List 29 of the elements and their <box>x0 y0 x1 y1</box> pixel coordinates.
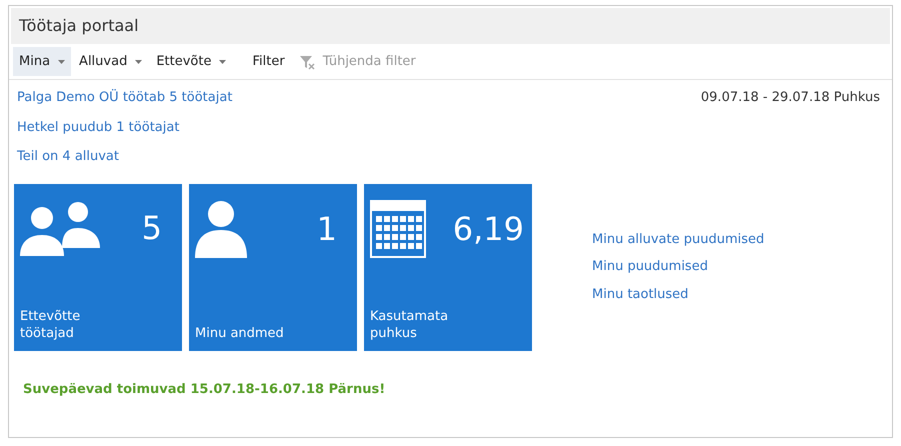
caret-icon <box>58 60 66 64</box>
summary-link[interactable]: Hetkel puudub 1 töötajat <box>17 118 232 137</box>
tile-label: Minu andmed <box>195 326 285 342</box>
menu-button[interactable]: Mina <box>13 46 72 76</box>
tile-value: 5 <box>142 212 162 244</box>
side-link[interactable]: Minu alluvate puudumised <box>592 230 764 250</box>
dashboard-tile[interactable]: 1 Minu andmed <box>189 184 357 350</box>
tile-label: Ettevõtte töötajad <box>20 308 82 342</box>
dashboard-tile[interactable]: 5 Ettevõtte töötajad <box>14 184 182 350</box>
clear-filter-icon <box>298 54 315 70</box>
window-title: Töötaja portaal <box>11 8 890 44</box>
side-link[interactable]: Minu puudumised <box>592 257 764 277</box>
dashboard-tile[interactable]: 6,19 Kasutamata puhkus <box>364 184 532 350</box>
tile-label: Kasutamata puhkus <box>370 308 450 342</box>
summary-link[interactable]: Teil on 4 alluvat <box>17 147 232 166</box>
menu-button[interactable]: Alluvad <box>73 46 148 76</box>
caret-icon <box>219 60 226 64</box>
caret-icon <box>135 60 142 64</box>
menu-button[interactable]: Ettevõte <box>150 46 232 76</box>
side-link[interactable]: Minu taotlused <box>592 284 764 304</box>
announcement: Suvepäevad toimuvad 15.07.18-16.07.18 Pärnus! <box>23 380 386 398</box>
tile-value: 1 <box>316 212 337 244</box>
absence-note: 09.07.18 - 29.07.18 Puhkus <box>700 89 880 107</box>
people-icon <box>20 200 100 256</box>
person-icon <box>195 200 247 258</box>
calendar-icon <box>370 200 426 258</box>
summary-link[interactable]: Palga Demo OÜ töötab 5 töötajat <box>17 88 232 108</box>
toolbar-button[interactable]: Filter <box>246 46 291 76</box>
tile-value: 6,19 <box>452 212 524 244</box>
